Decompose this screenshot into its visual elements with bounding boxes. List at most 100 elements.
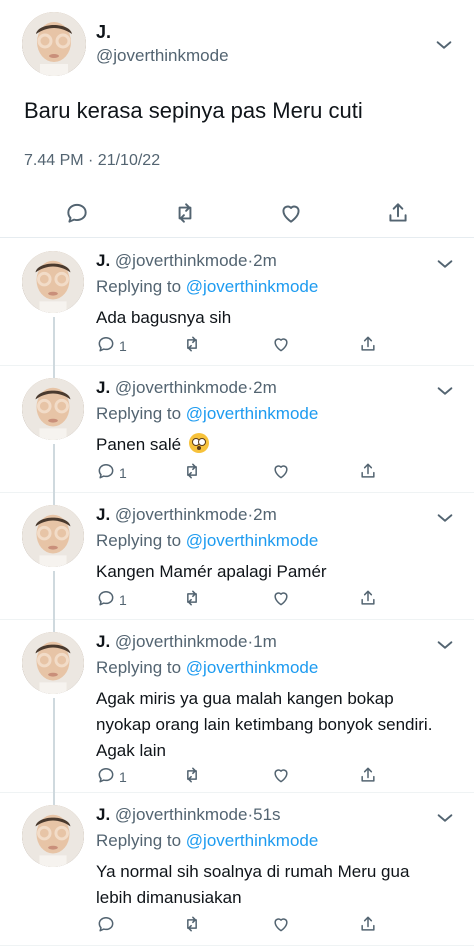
author-handle[interactable]: @joverthinkmode: [115, 632, 248, 651]
author-name[interactable]: J.: [96, 378, 110, 397]
replying-label: Replying to: [96, 531, 182, 550]
reply-button[interactable]: [96, 915, 119, 937]
share-icon[interactable]: [385, 200, 411, 226]
like-icon[interactable]: [271, 914, 291, 939]
reply-text: Ya normal sih soalnya di rumah Meru gua …: [96, 859, 446, 911]
chevron-down-icon[interactable]: [434, 807, 456, 829]
author-handle[interactable]: @joverthinkmode: [115, 378, 248, 397]
retweet-button[interactable]: [182, 335, 202, 357]
like-icon[interactable]: [271, 334, 291, 359]
retweet-button[interactable]: [182, 766, 202, 788]
reply-tweet[interactable]: J. @joverthinkmode·2m Replying to @jovert…: [0, 493, 474, 632]
reply-tweet[interactable]: J. @joverthinkmode·51s Replying to @jover…: [0, 793, 474, 946]
reply-count: 1: [119, 465, 127, 481]
reply-time[interactable]: 2m: [253, 251, 277, 270]
reply-tweet[interactable]: J. @joverthinkmode·2m Replying to @jovert…: [0, 366, 474, 505]
like-icon[interactable]: [271, 461, 291, 486]
share-icon[interactable]: [358, 914, 378, 939]
avatar[interactable]: [22, 251, 84, 313]
like-button[interactable]: [271, 462, 291, 484]
chevron-down-icon[interactable]: [434, 507, 456, 529]
reply-header: J. @joverthinkmode·51s: [96, 805, 281, 825]
reply-text: Ada bagusnya sih: [96, 305, 446, 331]
retweet-icon[interactable]: [182, 588, 202, 613]
like-icon[interactable]: [271, 765, 291, 790]
reply-button[interactable]: 1: [96, 462, 127, 484]
like-button[interactable]: [271, 335, 291, 357]
like-button[interactable]: [271, 589, 291, 611]
share-button[interactable]: [358, 915, 378, 937]
share-icon[interactable]: [358, 461, 378, 486]
reply-tweet[interactable]: J. @joverthinkmode·2m Replying to @jovert…: [0, 239, 474, 378]
share-button[interactable]: [358, 766, 378, 788]
reply-time[interactable]: 1m: [253, 632, 277, 651]
share-button[interactable]: [358, 589, 378, 611]
reply-time[interactable]: 2m: [253, 505, 277, 524]
replying-to-link[interactable]: @joverthinkmode: [186, 831, 319, 850]
reply-icon[interactable]: [96, 914, 116, 939]
avatar[interactable]: [22, 632, 84, 694]
reply-time[interactable]: 51s: [253, 805, 280, 824]
reply-button[interactable]: 1: [96, 589, 127, 611]
chevron-down-icon[interactable]: [433, 34, 455, 56]
reply-icon[interactable]: [96, 765, 116, 790]
share-icon[interactable]: [358, 765, 378, 790]
reply-actions: [96, 915, 396, 937]
avatar[interactable]: [22, 378, 84, 440]
replying-to: Replying to @joverthinkmode: [96, 658, 318, 678]
like-button[interactable]: [271, 915, 291, 937]
avatar[interactable]: [22, 505, 84, 567]
chevron-down-icon[interactable]: [434, 253, 456, 275]
reply-time[interactable]: 2m: [253, 378, 277, 397]
author-name[interactable]: J.: [96, 251, 110, 270]
tweet-timestamp[interactable]: 7.44 PM · 21/10/22: [24, 152, 160, 170]
retweet-icon[interactable]: [172, 200, 198, 226]
reply-actions: 1: [96, 766, 396, 788]
replying-to-link[interactable]: @joverthinkmode: [186, 658, 319, 677]
reply-count: 1: [119, 338, 127, 354]
chevron-down-icon[interactable]: [434, 380, 456, 402]
replying-label: Replying to: [96, 658, 182, 677]
reply-tweet[interactable]: J. @joverthinkmode·1m Replying to @jovert…: [0, 620, 474, 805]
author-handle[interactable]: @joverthinkmode: [115, 251, 248, 270]
author-handle[interactable]: @joverthinkmode: [115, 505, 248, 524]
author-name[interactable]: J.: [96, 805, 110, 824]
retweet-icon[interactable]: [182, 914, 202, 939]
author-handle[interactable]: @joverthinkmode: [115, 805, 248, 824]
share-icon[interactable]: [358, 334, 378, 359]
reply-button[interactable]: 1: [96, 335, 127, 357]
reply-button[interactable]: 1: [96, 766, 127, 788]
retweet-icon[interactable]: [182, 765, 202, 790]
replying-to-link[interactable]: @joverthinkmode: [186, 531, 319, 550]
reply-icon[interactable]: [96, 334, 116, 359]
reply-icon[interactable]: [96, 461, 116, 486]
retweet-button[interactable]: [182, 462, 202, 484]
like-icon[interactable]: [278, 200, 304, 226]
reply-text-content: Agak miris ya gua malah kangen bokap nyo…: [96, 689, 433, 760]
share-button[interactable]: [358, 462, 378, 484]
share-icon[interactable]: [358, 588, 378, 613]
share-button[interactable]: [358, 335, 378, 357]
reply-icon[interactable]: [96, 588, 116, 613]
replying-to-link[interactable]: @joverthinkmode: [186, 404, 319, 423]
reply-text: Agak miris ya gua malah kangen bokap nyo…: [96, 686, 446, 764]
replying-label: Replying to: [96, 277, 182, 296]
retweet-icon[interactable]: [182, 461, 202, 486]
avatar[interactable]: [22, 12, 86, 76]
author-name[interactable]: J.: [96, 632, 110, 651]
flushed-face-emoji: [188, 433, 209, 453]
author-name[interactable]: J.: [96, 505, 110, 524]
avatar-image: [22, 805, 84, 867]
retweet-button[interactable]: [182, 589, 202, 611]
reply-text-content: Ya normal sih soalnya di rumah Meru gua …: [96, 862, 410, 907]
author-name[interactable]: J.: [96, 22, 111, 43]
retweet-icon[interactable]: [182, 334, 202, 359]
author-handle[interactable]: @joverthinkmode: [96, 46, 229, 66]
retweet-button[interactable]: [182, 915, 202, 937]
avatar[interactable]: [22, 805, 84, 867]
like-icon[interactable]: [271, 588, 291, 613]
like-button[interactable]: [271, 766, 291, 788]
chevron-down-icon[interactable]: [434, 634, 456, 656]
replying-to-link[interactable]: @joverthinkmode: [186, 277, 319, 296]
reply-icon[interactable]: [64, 200, 90, 226]
